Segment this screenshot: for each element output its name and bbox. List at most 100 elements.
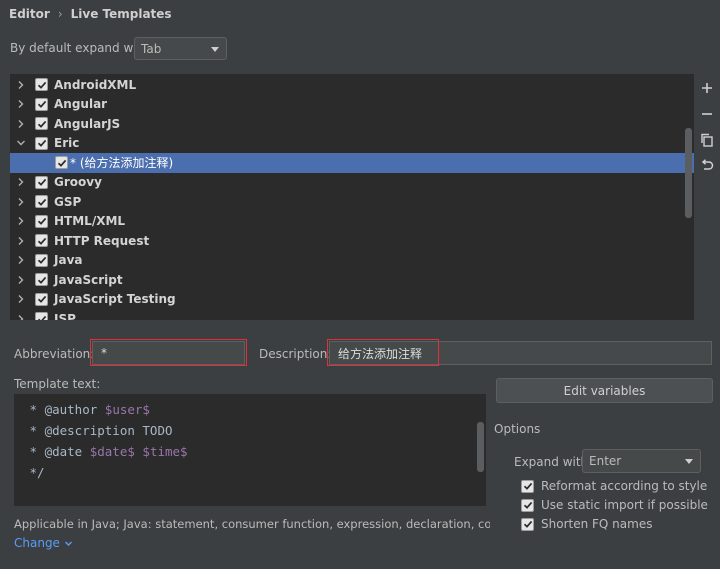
template-group[interactable]: Java [10,251,694,271]
template-group[interactable]: HTML/XML [10,212,694,232]
templates-tree[interactable]: AndroidXML Angular AngularJS Eric * (给方法添加注释… [10,74,694,320]
template-checkbox[interactable] [55,156,68,170]
chevron-right-icon[interactable] [16,119,26,129]
chevron-right-icon[interactable] [16,294,26,304]
template-text: * @date [22,444,90,459]
template-label: JSP [54,311,76,320]
copy-icon [701,133,713,147]
chevron-right-icon[interactable] [16,275,26,285]
chevron-down-icon[interactable] [16,138,26,148]
check-icon [523,501,532,509]
template-label: JavaScript Testing [54,292,176,307]
remove-template-button[interactable] [698,105,716,123]
edit-variables-button[interactable]: Edit variables [496,378,713,403]
template-label: Groovy [54,175,102,190]
template-checkbox[interactable] [35,273,48,287]
reformat-checkbox[interactable] [521,479,534,493]
chevron-right-icon[interactable] [16,197,26,207]
template-group[interactable]: JavaScript Testing [10,290,694,310]
chevron-right-icon[interactable] [16,177,26,187]
shorten-option[interactable]: Shorten FQ names [521,515,652,533]
template-checkbox[interactable] [35,97,48,111]
expand-with-label: Expand with [514,455,589,469]
tree-scrollbar[interactable] [685,128,692,218]
template-line: */ [22,462,486,483]
breadcrumb-separator: › [57,7,63,21]
template-group[interactable]: Groovy [10,173,694,193]
chevron-right-icon[interactable] [16,236,26,246]
template-group[interactable]: GSP [10,192,694,212]
check-icon [37,296,46,304]
check-icon [37,81,46,89]
template-checkbox[interactable] [35,312,48,320]
editor-scrollbar[interactable] [477,422,484,472]
minus-icon [702,113,712,115]
template-label: JavaScript [54,272,123,287]
static-import-option[interactable]: Use static import if possible [521,496,708,514]
template-text-label: Template text: [14,377,101,391]
template-checkbox[interactable] [35,117,48,131]
template-label: GSP [54,194,82,209]
template-label: HTML/XML [54,214,126,229]
template-group[interactable]: AndroidXML [10,75,694,95]
template-checkbox[interactable] [35,234,48,248]
template-text: */ [22,465,45,480]
description-highlight [327,339,439,366]
static-import-checkbox[interactable] [521,498,534,512]
default-expand-value: Tab [141,41,162,56]
shorten-checkbox[interactable] [521,517,534,531]
template-group[interactable]: HTTP Request [10,231,694,251]
check-icon [37,257,46,265]
template-checkbox[interactable] [35,214,48,228]
check-icon [57,159,66,167]
template-group[interactable]: Eric [10,134,694,154]
template-text: * @description TODO [22,423,173,438]
reformat-label: Reformat according to style [541,479,708,493]
template-checkbox[interactable] [35,195,48,209]
reformat-option[interactable]: Reformat according to style [521,477,707,495]
abbreviation-highlight [90,339,247,366]
chevron-right-icon[interactable] [16,314,26,320]
check-icon [37,179,46,187]
chevron-down-icon [211,46,219,52]
check-icon [523,520,532,528]
change-link-label: Change [14,536,60,550]
static-import-label: Use static import if possible [541,498,708,512]
default-expand-select[interactable]: Tab [134,37,227,60]
template-checkbox[interactable] [35,175,48,189]
template-group[interactable]: AngularJS [10,114,694,134]
expand-with-value: Enter [589,454,622,468]
template-checkbox[interactable] [35,292,48,306]
template-checkbox[interactable] [35,136,48,150]
chevron-right-icon[interactable] [16,80,26,90]
template-group[interactable]: JavaScript [10,270,694,290]
breadcrumb: Editor › Live Templates [9,5,172,23]
check-icon [37,140,46,148]
chevron-right-icon[interactable] [16,255,26,265]
template-line: * @description TODO [22,420,486,441]
template-variable: $user$ [104,402,150,417]
template-group[interactable]: Angular [10,95,694,115]
chevron-right-icon[interactable] [16,99,26,109]
template-label: AngularJS [54,116,121,131]
options-title: Options [494,422,541,436]
chevron-down-icon [685,459,693,464]
template-item[interactable]: * (给方法添加注释) [10,153,694,173]
template-checkbox[interactable] [35,253,48,267]
add-template-button[interactable] [698,79,716,97]
breadcrumb-parent[interactable]: Editor [9,7,50,21]
description-label: Description: [259,347,332,361]
default-expand-label: By default expand with [10,41,149,55]
template-label: Java [54,253,83,268]
copy-template-button[interactable] [698,131,716,149]
shorten-label: Shorten FQ names [541,517,653,531]
check-icon [37,237,46,245]
template-group[interactable]: JSP [10,309,694,320]
template-text-editor[interactable]: * @author $user$ * @description TODO * @… [14,394,486,506]
check-icon [37,276,46,284]
change-contexts-link[interactable]: Change [14,535,73,551]
template-checkbox[interactable] [35,78,48,92]
expand-with-select[interactable]: Enter [582,449,701,473]
chevron-right-icon[interactable] [16,216,26,226]
revert-button[interactable] [698,157,716,175]
